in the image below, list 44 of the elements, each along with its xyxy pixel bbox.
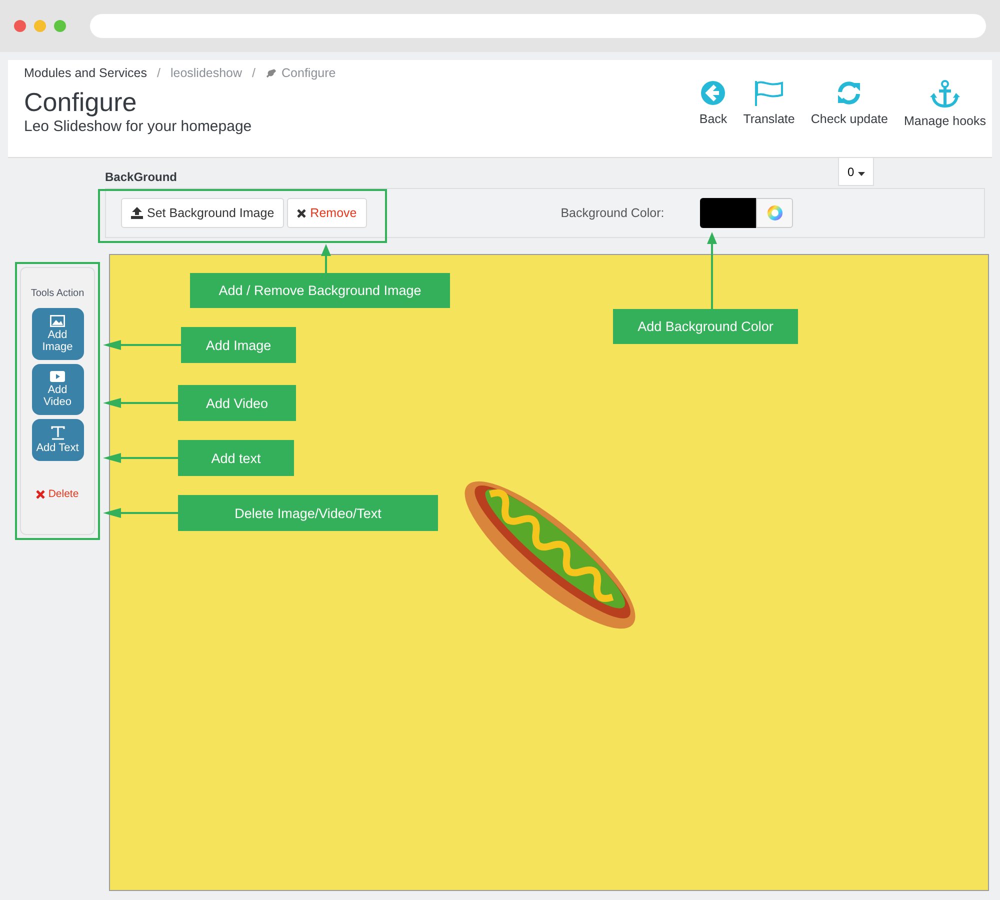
arrow xyxy=(321,244,331,273)
text-icon xyxy=(50,426,64,440)
breadcrumb-separator: / xyxy=(156,66,160,80)
caret-icon xyxy=(858,172,864,176)
toolbar-button[interactable]: Check update xyxy=(804,80,894,134)
tool-button[interactable]: Add Text xyxy=(32,419,84,461)
color-swatch[interactable] xyxy=(700,198,756,228)
background-color-label: Background Color: xyxy=(560,206,664,220)
tool-button[interactable]: Add Image xyxy=(32,308,84,360)
address-bar[interactable] xyxy=(90,14,986,38)
language-dropdown[interactable]: 0 xyxy=(838,158,874,186)
toolbar-button[interactable]: Translate xyxy=(737,80,801,134)
section-heading: BackGround xyxy=(105,170,178,184)
tool-button[interactable]: Add Video xyxy=(32,364,84,415)
page-title: Configure xyxy=(24,86,138,118)
close-window-icon[interactable] xyxy=(14,20,26,32)
page-subtitle: Leo Slideshow for your homepage xyxy=(24,118,253,135)
breadcrumb-link[interactable]: Modules and Services xyxy=(24,66,147,80)
flag-icon xyxy=(754,80,784,106)
image-icon xyxy=(50,315,65,327)
delete-button[interactable]: Delete xyxy=(30,487,85,501)
close-icon xyxy=(297,208,306,218)
tools-title: Tools Action xyxy=(30,288,84,299)
video-icon xyxy=(50,371,65,382)
callout-label: Delete Image/Video/Text xyxy=(178,495,438,531)
toolbar-button[interactable]: Back xyxy=(693,80,734,134)
close-icon xyxy=(36,490,46,498)
anchor-icon xyxy=(930,80,960,108)
maximize-window-icon[interactable] xyxy=(54,20,66,32)
callout-label: Add Image xyxy=(181,327,296,363)
callout-label: Add / Remove Background Image xyxy=(190,273,450,308)
upload-icon xyxy=(131,207,143,219)
slide-canvas[interactable] xyxy=(109,254,989,891)
minimize-window-icon[interactable] xyxy=(34,20,46,32)
color-wheel-icon xyxy=(766,205,783,221)
color-picker-button[interactable] xyxy=(756,198,794,228)
callout-label: Add Video xyxy=(178,385,296,421)
breadcrumb-separator: / xyxy=(252,66,256,80)
remove-button[interactable]: Remove xyxy=(287,198,367,228)
callout-label: Add Background Color xyxy=(613,309,798,344)
refresh-icon xyxy=(836,80,862,106)
toolbar-button[interactable]: Manage hooks xyxy=(898,80,992,134)
set-background-image-button[interactable]: Set Background Image xyxy=(121,198,284,228)
callout-label: Add text xyxy=(178,440,294,476)
